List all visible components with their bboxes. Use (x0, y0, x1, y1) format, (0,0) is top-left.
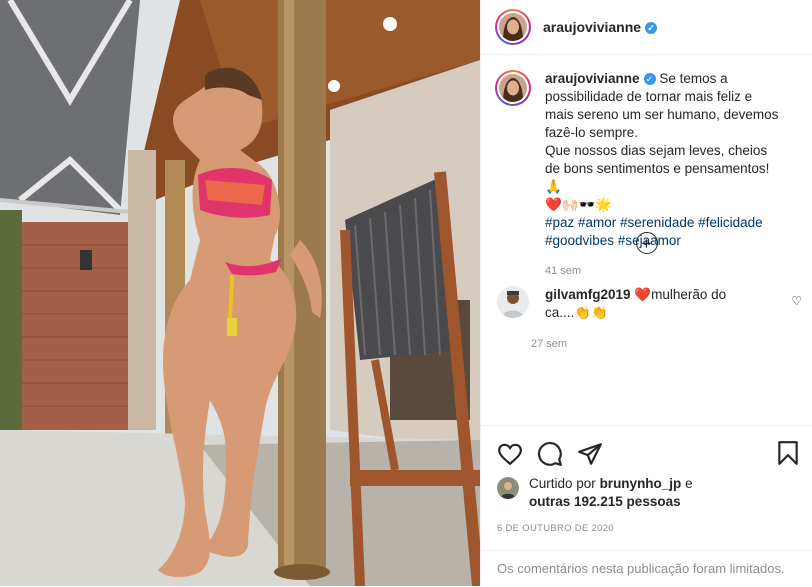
comment-item: gilvamfg2019 ❤️mulherão do ca....👏👏 ♡ (481, 286, 812, 322)
caption-emojis: ❤️🙌🏻🕶️🌟 (545, 197, 613, 212)
action-bar (481, 426, 812, 481)
post-header: araujovivianne ✓ (481, 0, 812, 55)
post-date[interactable]: 6 DE OUTUBRO DE 2020 (481, 523, 812, 534)
caption-time[interactable]: 41 sem (545, 262, 781, 280)
commenter-avatar[interactable] (497, 286, 529, 318)
instagram-post: araujovivianne ✓ araujovivianne ✓ Se tem… (0, 0, 812, 586)
comments-limited-notice: Os comentários nesta publicação foram li… (481, 550, 812, 587)
load-more-comments-button[interactable]: + (635, 232, 658, 254)
share-icon[interactable] (577, 441, 603, 467)
verified-icon: ✓ (645, 22, 658, 34)
post-sidebar: araujovivianne ✓ araujovivianne ✓ Se tem… (480, 0, 812, 586)
author-username[interactable]: araujovivianne ✓ (543, 19, 658, 35)
commenter-username[interactable]: gilvamfg2019 (545, 287, 631, 302)
author-avatar[interactable] (495, 9, 531, 45)
other-likes-count[interactable]: outras 192.215 pessoas (529, 494, 681, 509)
caption-avatar[interactable] (495, 70, 531, 106)
actions-area: Curtido por brunynho_jp e outras 192.215… (481, 425, 812, 576)
heart-icon[interactable] (497, 441, 523, 467)
comment-icon[interactable] (537, 441, 563, 467)
plus-icon: + (641, 233, 652, 253)
comment-like-heart-icon[interactable]: ♡ (791, 294, 802, 308)
bookmark-icon[interactable] (776, 440, 800, 466)
comment-time[interactable]: 27 sem (531, 338, 567, 350)
post-photo[interactable] (0, 0, 480, 586)
caption-line-2: Que nossos dias sejam leves, cheios de b… (545, 143, 770, 194)
caption-username[interactable]: araujovivianne (545, 71, 640, 86)
verified-icon: ✓ (643, 73, 656, 85)
avatar-image (499, 13, 527, 41)
photo-illustration (0, 0, 480, 586)
